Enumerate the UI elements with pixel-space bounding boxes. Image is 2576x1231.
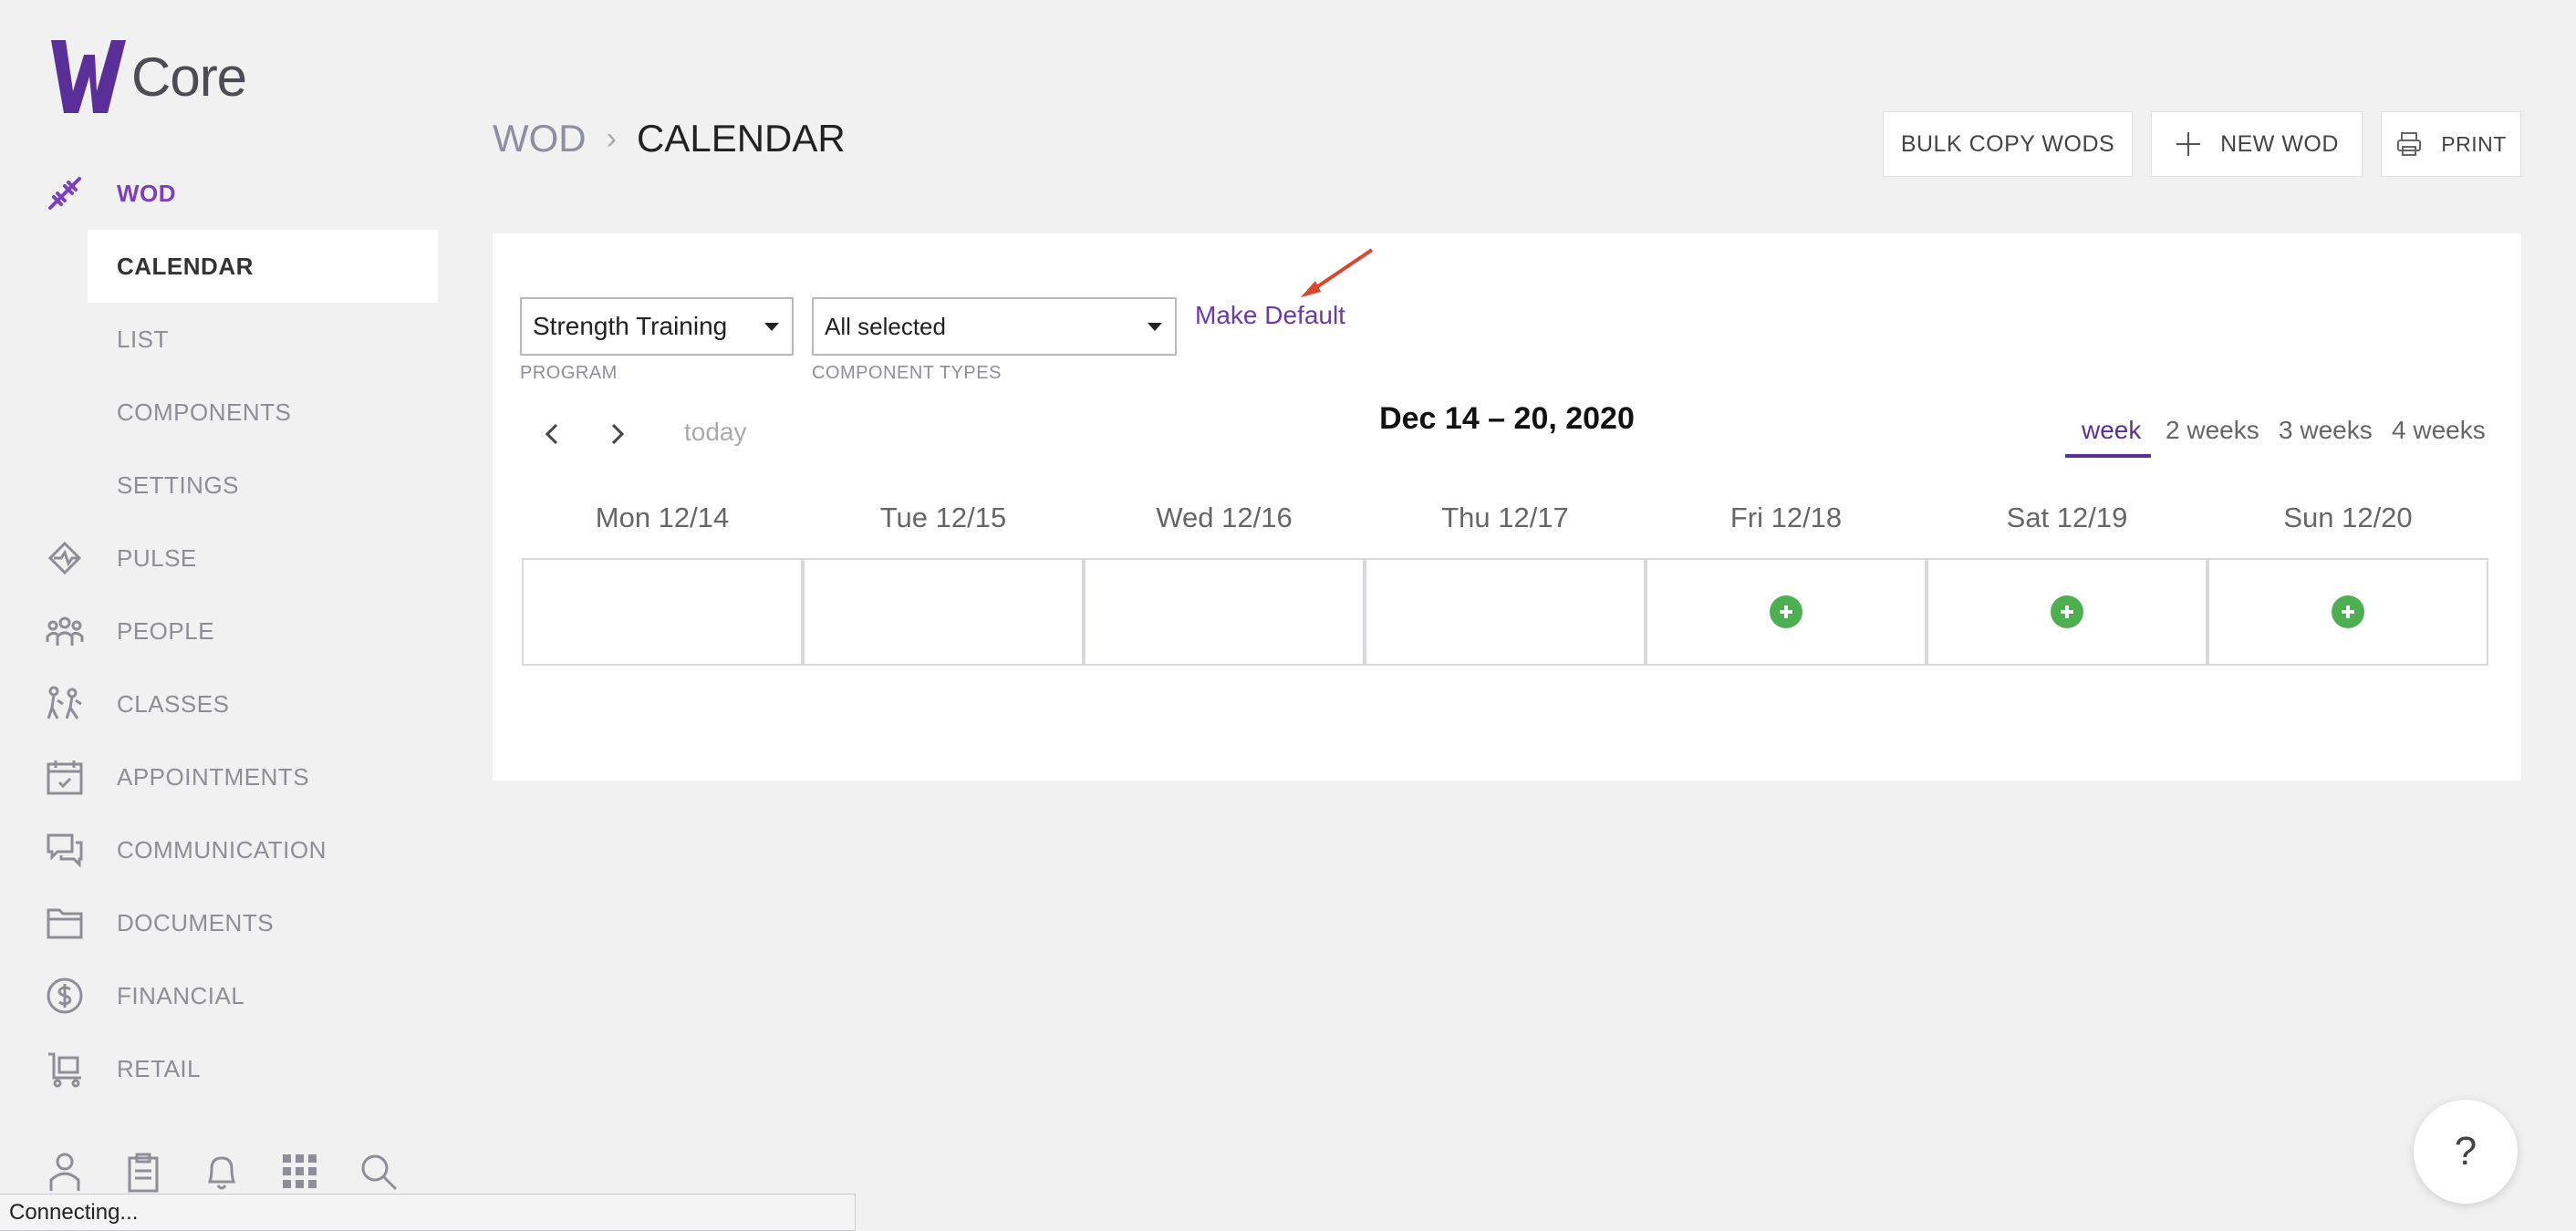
program-label: PROGRAM <box>520 363 618 383</box>
clipboard-icon[interactable] <box>122 1151 164 1193</box>
sidebar-item-communication[interactable]: COMMUNICATION <box>0 813 438 886</box>
sidebar-item-financial[interactable]: FINANCIAL <box>0 959 438 1032</box>
sidebar-subitem-settings[interactable]: SETTINGS <box>88 449 438 522</box>
sidebar-subitem-label: COMPONENTS <box>117 398 292 426</box>
day-header: Sun 12/20 <box>2283 502 2413 533</box>
day-cell[interactable] <box>1084 558 1365 666</box>
view-tab-week[interactable]: week <box>2082 416 2141 445</box>
sidebar-item-documents[interactable]: DOCUMENTS <box>0 886 438 959</box>
sidebar-item-retail[interactable]: RETAIL <box>0 1032 438 1105</box>
sidebar-item-people[interactable]: PEOPLE <box>0 595 438 667</box>
pulse-icon <box>44 537 86 579</box>
day-header: Thu 12/17 <box>1441 502 1569 533</box>
sidebar-item-label: WOD <box>117 179 177 207</box>
dollar-icon <box>44 975 86 1017</box>
next-week-button[interactable] <box>598 416 635 452</box>
app-logo[interactable]: Core <box>47 36 247 117</box>
printer-icon <box>2397 132 2422 156</box>
sidebar-item-label: PULSE <box>117 543 197 572</box>
cart-icon <box>44 1048 86 1090</box>
add-wod-plus-icon[interactable] <box>2332 595 2364 628</box>
day-cell[interactable] <box>1646 558 1927 666</box>
caret-down-icon <box>764 323 779 331</box>
people-icon <box>44 610 86 652</box>
sidebar-subitem-label: CALENDAR <box>117 252 254 280</box>
plus-icon <box>2176 132 2201 156</box>
view-tab-2-weeks[interactable]: 2 weeks <box>2166 416 2259 445</box>
bulk-copy-label: BULK COPY WODS <box>1900 130 2115 157</box>
breadcrumb-root[interactable]: WOD <box>493 117 587 160</box>
calendar-card: Strength Training PROGRAM All selected C… <box>493 233 2521 781</box>
day-cell[interactable] <box>803 558 1084 666</box>
add-wod-plus-icon[interactable] <box>2051 595 2083 628</box>
sidebar-item-label: RETAIL <box>117 1054 202 1082</box>
sidebar-item-classes[interactable]: CLASSES <box>0 667 438 740</box>
view-tab-4-weeks[interactable]: 4 weeks <box>2392 416 2486 445</box>
chat-icon <box>44 829 86 871</box>
today-button[interactable]: today <box>684 418 747 447</box>
day-header: Wed 12/16 <box>1156 502 1293 533</box>
classes-icon <box>44 683 86 725</box>
program-select[interactable]: Strength Training <box>520 297 794 356</box>
day-header: Sat 12/19 <box>2006 502 2128 533</box>
prev-week-button[interactable] <box>535 416 571 452</box>
sidebar-item-pulse[interactable]: PULSE <box>0 522 438 595</box>
new-wod-button[interactable]: NEW WOD <box>2151 111 2363 177</box>
chevron-left-icon <box>545 423 558 445</box>
status-bar: Connecting... <box>0 1194 856 1231</box>
sidebar-item-label: COMMUNICATION <box>117 835 327 864</box>
folder-icon <box>44 902 86 944</box>
sidebar-item-label: CLASSES <box>117 689 230 718</box>
day-cell[interactable] <box>2207 558 2488 666</box>
sidebar-subitem-calendar[interactable]: CALENDAR <box>88 230 438 303</box>
make-default-link[interactable]: Make Default <box>1195 301 1345 330</box>
breadcrumb-separator: › <box>606 120 617 156</box>
annotation-arrow-icon <box>1301 248 1374 297</box>
program-select-value: Strength Training <box>533 312 728 340</box>
bell-icon[interactable] <box>201 1151 243 1193</box>
search-icon[interactable] <box>358 1151 400 1193</box>
print-button[interactable]: PRINT <box>2381 111 2521 177</box>
calendar-icon <box>44 756 86 798</box>
add-wod-plus-icon[interactable] <box>1770 595 1802 628</box>
day-cell[interactable] <box>522 558 803 666</box>
new-wod-label: NEW WOD <box>2220 130 2339 157</box>
sidebar-subitem-components[interactable]: COMPONENTS <box>88 376 438 449</box>
active-view-underline <box>2065 454 2151 458</box>
user-icon[interactable] <box>44 1151 86 1193</box>
logo-text: Core <box>131 46 247 108</box>
component-types-value: All selected <box>825 312 946 340</box>
component-types-label: COMPONENT TYPES <box>812 363 1002 383</box>
sidebar-item-label: DOCUMENTS <box>117 908 275 936</box>
breadcrumb: WOD › CALENDAR <box>493 117 846 160</box>
day-header: Mon 12/14 <box>595 502 730 533</box>
view-tab-3-weeks[interactable]: 3 weeks <box>2279 416 2373 445</box>
help-button[interactable]: ? <box>2414 1100 2518 1204</box>
logo-w-icon <box>51 40 126 113</box>
day-cell[interactable] <box>1927 558 2207 666</box>
component-types-select[interactable]: All selected <box>812 297 1177 356</box>
sidebar-subitem-label: LIST <box>117 325 169 353</box>
print-label: PRINT <box>2441 131 2507 156</box>
sidebar-item-label: PEOPLE <box>117 616 215 645</box>
sidebar-item-label: FINANCIAL <box>117 981 245 1009</box>
chevron-right-icon <box>611 423 625 445</box>
grid-icon[interactable] <box>279 1151 321 1193</box>
day-header: Tue 12/15 <box>879 502 1007 533</box>
sidebar-item-label: APPOINTMENTS <box>117 762 310 791</box>
dumbbell-icon <box>44 172 86 214</box>
bulk-copy-wods-button[interactable]: BULK COPY WODS <box>1883 111 2133 177</box>
day-header: Fri 12/18 <box>1729 502 1843 533</box>
day-cell[interactable] <box>1365 558 1646 666</box>
sidebar-subitem-label: SETTINGS <box>117 471 240 499</box>
sidebar-item-appointments[interactable]: APPOINTMENTS <box>0 740 438 813</box>
sidebar: Core WOD CALENDAR LIST COMPONENTS SETTIN… <box>0 0 456 1231</box>
caret-down-icon <box>1148 323 1162 331</box>
sidebar-subitem-list[interactable]: LIST <box>88 303 438 376</box>
sidebar-item-wod[interactable]: WOD <box>0 157 438 230</box>
page-title: CALENDAR <box>636 117 846 160</box>
sidebar-bottom-toolbar <box>44 1151 400 1193</box>
